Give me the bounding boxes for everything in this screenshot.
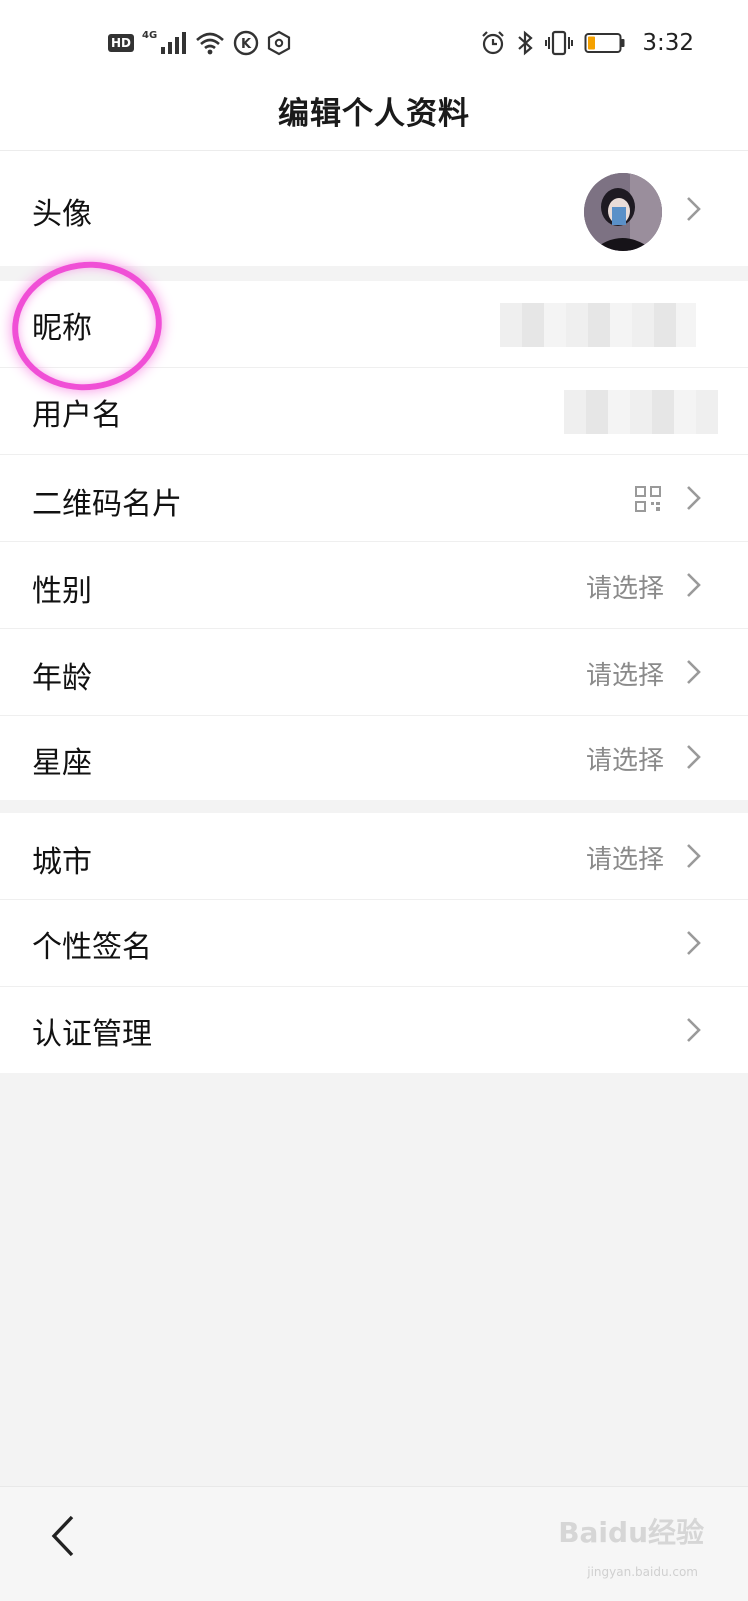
chevron-right-icon — [687, 1018, 701, 1042]
row-signature[interactable]: 个性签名 — [0, 900, 748, 986]
back-icon[interactable] — [44, 1509, 84, 1563]
battery-icon — [584, 33, 625, 53]
qr-code-icon — [635, 486, 661, 512]
page-header: 编辑个人资料 — [0, 84, 748, 151]
status-bar: HD 4G K 3:32 — [0, 0, 748, 84]
row-label: 认证管理 — [32, 1017, 152, 1052]
row-label: 年龄 — [32, 661, 92, 696]
chevron-right-icon — [687, 745, 701, 769]
network-type: 4G — [142, 29, 158, 41]
row-label: 二维码名片 — [32, 487, 182, 522]
row-label: 性别 — [32, 574, 92, 609]
status-left: HD 4G K — [108, 28, 291, 58]
hd-badge: HD — [108, 34, 135, 52]
watermark-brand: Baidu经验 — [558, 1516, 704, 1549]
row-value: 请选择 — [585, 845, 664, 875]
vibrate-icon — [545, 30, 574, 56]
row-label: 头像 — [32, 197, 92, 232]
svg-text:K: K — [241, 37, 252, 52]
hexagon-app-icon — [268, 30, 291, 56]
username-value-blurred — [564, 390, 718, 434]
chevron-right-icon — [687, 486, 701, 510]
row-age[interactable]: 年龄 请选择 — [0, 629, 748, 715]
row-constellation[interactable]: 星座 请选择 — [0, 716, 748, 800]
k-app-icon: K — [233, 30, 259, 56]
chevron-right-icon — [687, 931, 701, 955]
chevron-right-icon — [687, 573, 701, 597]
row-avatar[interactable]: 头像 — [0, 151, 748, 266]
row-label: 城市 — [32, 845, 92, 880]
row-label: 用户名 — [32, 398, 122, 433]
row-value: 请选择 — [585, 661, 664, 691]
page-title: 编辑个人资料 — [278, 96, 470, 132]
row-gender[interactable]: 性别 请选择 — [0, 542, 748, 628]
row-city[interactable]: 城市 请选择 — [0, 813, 748, 899]
row-qr-card[interactable]: 二维码名片 — [0, 455, 748, 541]
chevron-right-icon — [687, 197, 701, 221]
row-label: 个性签名 — [32, 930, 152, 965]
row-value: 请选择 — [585, 574, 664, 604]
status-right: 3:32 — [480, 28, 694, 58]
avatar[interactable] — [584, 173, 662, 251]
watermark-url: jingyan.baidu.com — [587, 1565, 698, 1579]
chevron-right-icon — [687, 660, 701, 684]
nickname-value-blurred — [500, 303, 696, 347]
row-verification[interactable]: 认证管理 — [0, 987, 748, 1073]
chevron-right-icon — [687, 844, 701, 868]
wifi-icon — [196, 32, 225, 55]
row-label: 星座 — [32, 746, 92, 781]
bluetooth-icon — [518, 30, 534, 56]
clock: 3:32 — [642, 30, 694, 56]
bottom-bar: Baidu经验 jingyan.baidu.com — [0, 1486, 748, 1601]
signal-icon — [161, 32, 187, 54]
alarm-icon — [482, 31, 505, 55]
row-value: 请选择 — [585, 746, 664, 776]
